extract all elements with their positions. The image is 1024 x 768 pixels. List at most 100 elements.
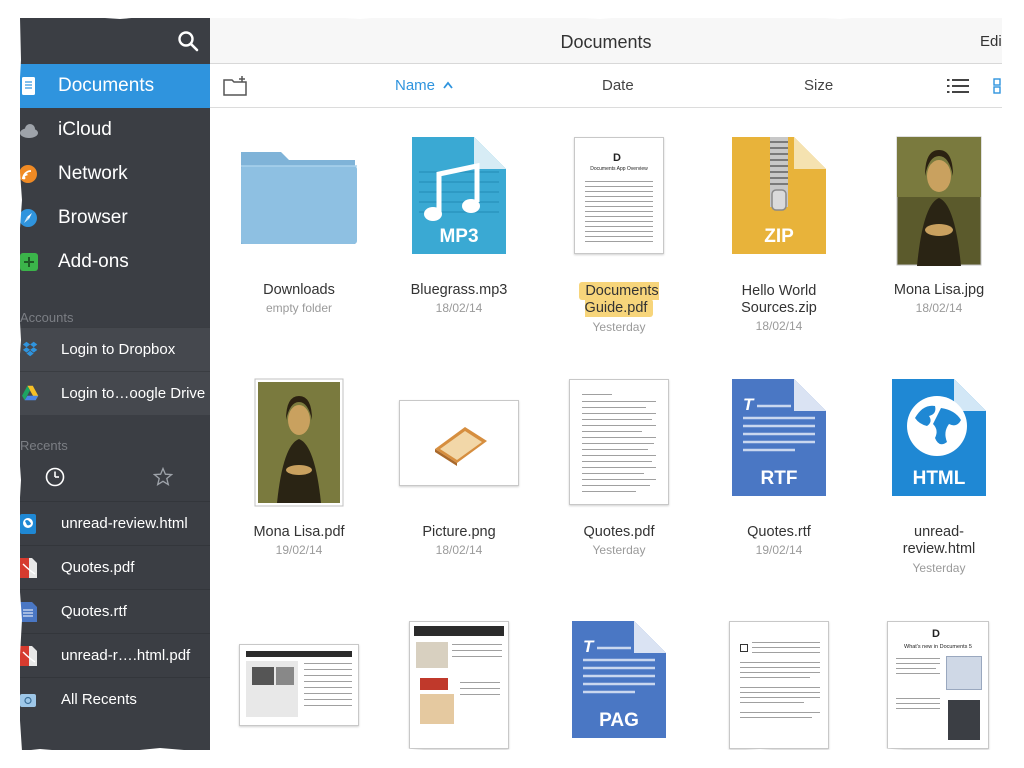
accounts-header: Accounts <box>20 310 74 325</box>
search-icon[interactable] <box>177 30 199 52</box>
list-view-icon[interactable] <box>947 78 969 94</box>
file-name: Picture.png <box>422 524 496 540</box>
sort-by-size[interactable]: Size <box>804 77 833 94</box>
recent-item-label: All Recents <box>61 691 137 708</box>
pdf-thumbnail: D What's new in Documents 5 <box>887 621 989 749</box>
svg-text:T: T <box>743 395 755 414</box>
recent-item-label: unread-r….html.pdf <box>61 647 191 664</box>
file-name: Hello World Sources.zip <box>741 283 817 316</box>
file-subtitle: Yesterday <box>592 543 646 557</box>
file-subtitle: 18/02/14 <box>435 543 483 557</box>
file-name: Quotes.pdf <box>583 524 655 540</box>
file-name: Documents Guide.pdf <box>539 282 699 317</box>
mona-lisa-pdf-thumbnail <box>254 378 344 507</box>
sidebar-item-browser[interactable]: Browser <box>20 196 210 240</box>
pdf-thumbnail <box>409 621 509 749</box>
file-name: Mona Lisa.pdf <box>253 524 345 540</box>
account-item-dropbox[interactable]: Login to Dropbox <box>20 327 210 371</box>
new-folder-icon[interactable] <box>223 76 247 96</box>
html-file-icon <box>20 514 36 534</box>
recent-item[interactable]: unread-review.html <box>20 501 210 545</box>
sort-by-name-label: Name <box>395 77 436 94</box>
file-subtitle: empty folder <box>265 301 333 315</box>
sidebar-top-bar <box>20 18 210 64</box>
add-ons-icon <box>20 253 38 271</box>
folder-icon <box>241 152 357 244</box>
file-badge: PAG <box>599 710 639 731</box>
pdf-thumbnail: D Documents App Overview <box>574 137 664 254</box>
file-name: Quotes.rtf <box>747 524 811 540</box>
file-name: Downloads <box>263 282 335 298</box>
mona-lisa-image <box>896 136 982 266</box>
guide-title: Documents App Overview <box>590 166 648 172</box>
recents-header: Recents <box>20 438 68 453</box>
compass-icon <box>20 209 37 227</box>
file-name: unread-review.html <box>902 524 976 557</box>
file-subtitle: Yesterday <box>912 561 966 575</box>
sidebar-item-add-ons[interactable]: Add-ons <box>20 240 210 284</box>
edit-button[interactable]: Edi <box>980 33 1002 50</box>
rtf-file-icon <box>20 602 37 622</box>
file-name: Bluegrass.mp3 <box>410 282 508 298</box>
file-name: Mona Lisa.jpg <box>893 282 985 298</box>
file-badge: RTF <box>760 468 798 489</box>
sort-by-name[interactable]: Name <box>395 77 453 94</box>
documents-icon <box>22 77 35 95</box>
file-subtitle: 18/02/14 <box>915 301 963 315</box>
star-icon[interactable] <box>153 467 173 487</box>
sort-bar: Name Date Size <box>210 64 1002 108</box>
title-bar: Documents Edi <box>210 18 1002 64</box>
page-title: Documents <box>560 32 652 52</box>
chevron-up-icon <box>443 81 453 89</box>
all-recents-icon <box>20 694 36 707</box>
app-window: Documents iCloud Network Browser Add-ons… <box>0 0 1024 768</box>
recents-tabs <box>20 455 210 499</box>
file-name-highlight: Documents Guide.pdf <box>579 282 659 317</box>
pdf-file-icon <box>20 558 37 578</box>
main-panel: Documents Edi Name Date Size Downloads e… <box>210 18 1002 750</box>
network-icon <box>20 165 37 183</box>
picture-icon <box>435 427 487 466</box>
cloud-icon <box>20 124 38 138</box>
account-item-label: Login to Dropbox <box>61 341 176 358</box>
recent-item[interactable]: unread-r….html.pdf <box>20 633 210 677</box>
file-subtitle: 18/02/14 <box>755 319 803 333</box>
sidebar-item-label: Browser <box>58 207 128 228</box>
recent-item-label: Quotes.rtf <box>61 603 127 620</box>
sidebar-item-label: Network <box>58 163 128 184</box>
pdf-thumbnail <box>239 644 359 726</box>
sidebar-item-documents[interactable]: Documents <box>20 64 210 108</box>
file-subtitle: 18/02/14 <box>435 301 483 315</box>
file-subtitle: Yesterday <box>592 320 646 334</box>
sort-by-date[interactable]: Date <box>602 77 634 94</box>
recent-item-label: unread-review.html <box>61 515 188 532</box>
pdf-thumbnail <box>729 621 829 749</box>
grid-view-icon[interactable] <box>993 78 1002 94</box>
recent-item-label: Quotes.pdf <box>61 559 135 576</box>
recent-item[interactable]: Quotes.rtf <box>20 589 210 633</box>
dropbox-icon <box>22 341 38 357</box>
recent-item-all-recents[interactable]: All Recents <box>20 677 210 721</box>
file-subtitle: 19/02/14 <box>755 543 803 557</box>
clock-icon[interactable] <box>45 467 65 487</box>
pdf-thumbnail <box>569 379 669 505</box>
file-badge: HTML <box>912 468 966 489</box>
sidebar-item-label: Add-ons <box>58 251 129 272</box>
file-badge: MP3 <box>439 226 479 247</box>
guide-logo: D <box>613 152 621 164</box>
svg-text:T: T <box>583 637 595 656</box>
file-badge: ZIP <box>764 226 794 247</box>
account-item-label: Login to…oogle Drive <box>61 385 206 402</box>
google-drive-icon <box>22 385 39 401</box>
sidebar-item-icloud[interactable]: iCloud <box>20 108 210 152</box>
guide-logo: D <box>932 628 940 640</box>
sidebar-item-network[interactable]: Network <box>20 152 210 196</box>
sidebar: Documents iCloud Network Browser Add-ons… <box>20 18 210 750</box>
whats-new-title: What's new in Documents 5 <box>904 644 972 650</box>
picture-thumbnail <box>399 400 519 486</box>
account-item-google-drive[interactable]: Login to…oogle Drive <box>20 371 210 415</box>
recent-item[interactable]: Quotes.pdf <box>20 545 210 589</box>
file-subtitle: 19/02/14 <box>275 543 323 557</box>
pdf-file-icon <box>20 646 37 666</box>
sidebar-item-label: iCloud <box>58 119 112 140</box>
